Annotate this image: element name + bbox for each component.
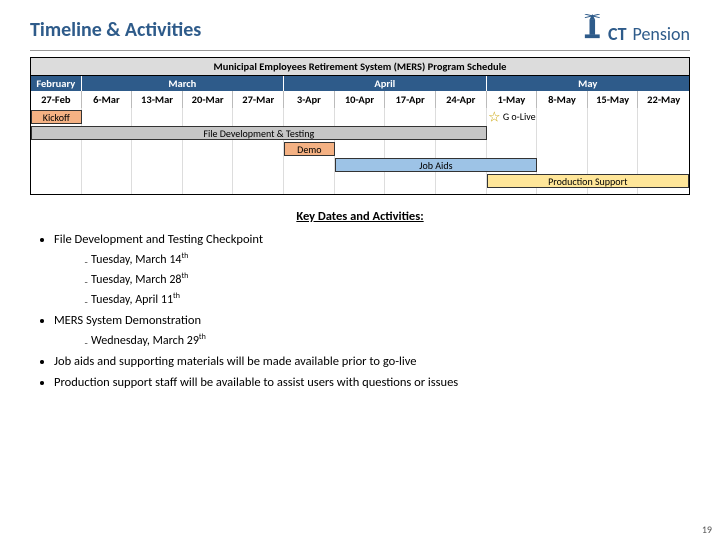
date-cell: 6-Mar [82, 91, 133, 108]
bullet-list: File Development and Testing Checkpoint … [30, 232, 690, 390]
bar-prodsupp: Production Support [487, 174, 689, 188]
bar-filedev: File Development & Testing [31, 126, 487, 140]
page-number: 19 [702, 523, 712, 536]
date-cell: 20-Mar [183, 91, 234, 108]
bullet-text: File Development and Testing Checkpoint [54, 232, 263, 247]
bar-demo: Demo [284, 142, 335, 156]
date-cell: 17-Apr [385, 91, 436, 108]
list-item: Job aids and supporting materials will b… [54, 354, 690, 369]
logo-text-pension: Pension [633, 23, 690, 45]
sub-item: Tuesday, April 11th [84, 291, 690, 307]
date-cell: 27-Feb [31, 91, 82, 108]
month-cell: April [284, 76, 486, 91]
bar-kickoff: Kickoff [31, 110, 82, 124]
list-item: MERS System Demonstration Wednesday, Mar… [54, 313, 690, 348]
date-cell: 27-Mar [233, 91, 284, 108]
date-cell: 1-May [487, 91, 538, 108]
sub-item: Tuesday, March 14th [84, 251, 690, 267]
date-cell: 24-Apr [436, 91, 487, 108]
date-cell: 22-May [638, 91, 689, 108]
date-cell: 15-May [588, 91, 639, 108]
list-item: Production support staff will be availab… [54, 375, 690, 390]
golive-label: G o-Live [503, 110, 536, 123]
sub-item: Tuesday, March 28th [84, 271, 690, 287]
month-header: February March April May [31, 76, 689, 91]
sub-item: Wednesday, March 29th [84, 332, 690, 348]
date-cell: 8-May [537, 91, 588, 108]
gantt-area: Kickoff ☆ G o-Live File Development & Te… [31, 108, 689, 194]
bar-jobaids: Job Aids [335, 158, 537, 172]
chart-title: Municipal Employees Retirement System (M… [31, 58, 689, 76]
bar-golive: ☆ G o-Live [487, 110, 538, 124]
date-cell: 10-Apr [335, 91, 386, 108]
key-heading: Key Dates and Activities: [30, 209, 690, 224]
bullet-text: MERS System Demonstration [54, 313, 201, 328]
list-item: File Development and Testing Checkpoint … [54, 232, 690, 307]
date-cell: 13-Mar [132, 91, 183, 108]
lighthouse-icon [583, 14, 602, 40]
gantt-chart: Municipal Employees Retirement System (M… [30, 57, 690, 195]
month-cell: March [82, 76, 284, 91]
date-header: 27-Feb 6-Mar 13-Mar 20-Mar 27-Mar 3-Apr … [31, 91, 689, 108]
logo: CT Pension [583, 14, 690, 45]
star-icon: ☆ [488, 109, 501, 126]
month-cell: May [487, 76, 689, 91]
month-cell: February [31, 76, 82, 91]
divider [30, 50, 690, 51]
date-cell: 3-Apr [284, 91, 335, 108]
logo-text-ct: CT [608, 23, 627, 45]
